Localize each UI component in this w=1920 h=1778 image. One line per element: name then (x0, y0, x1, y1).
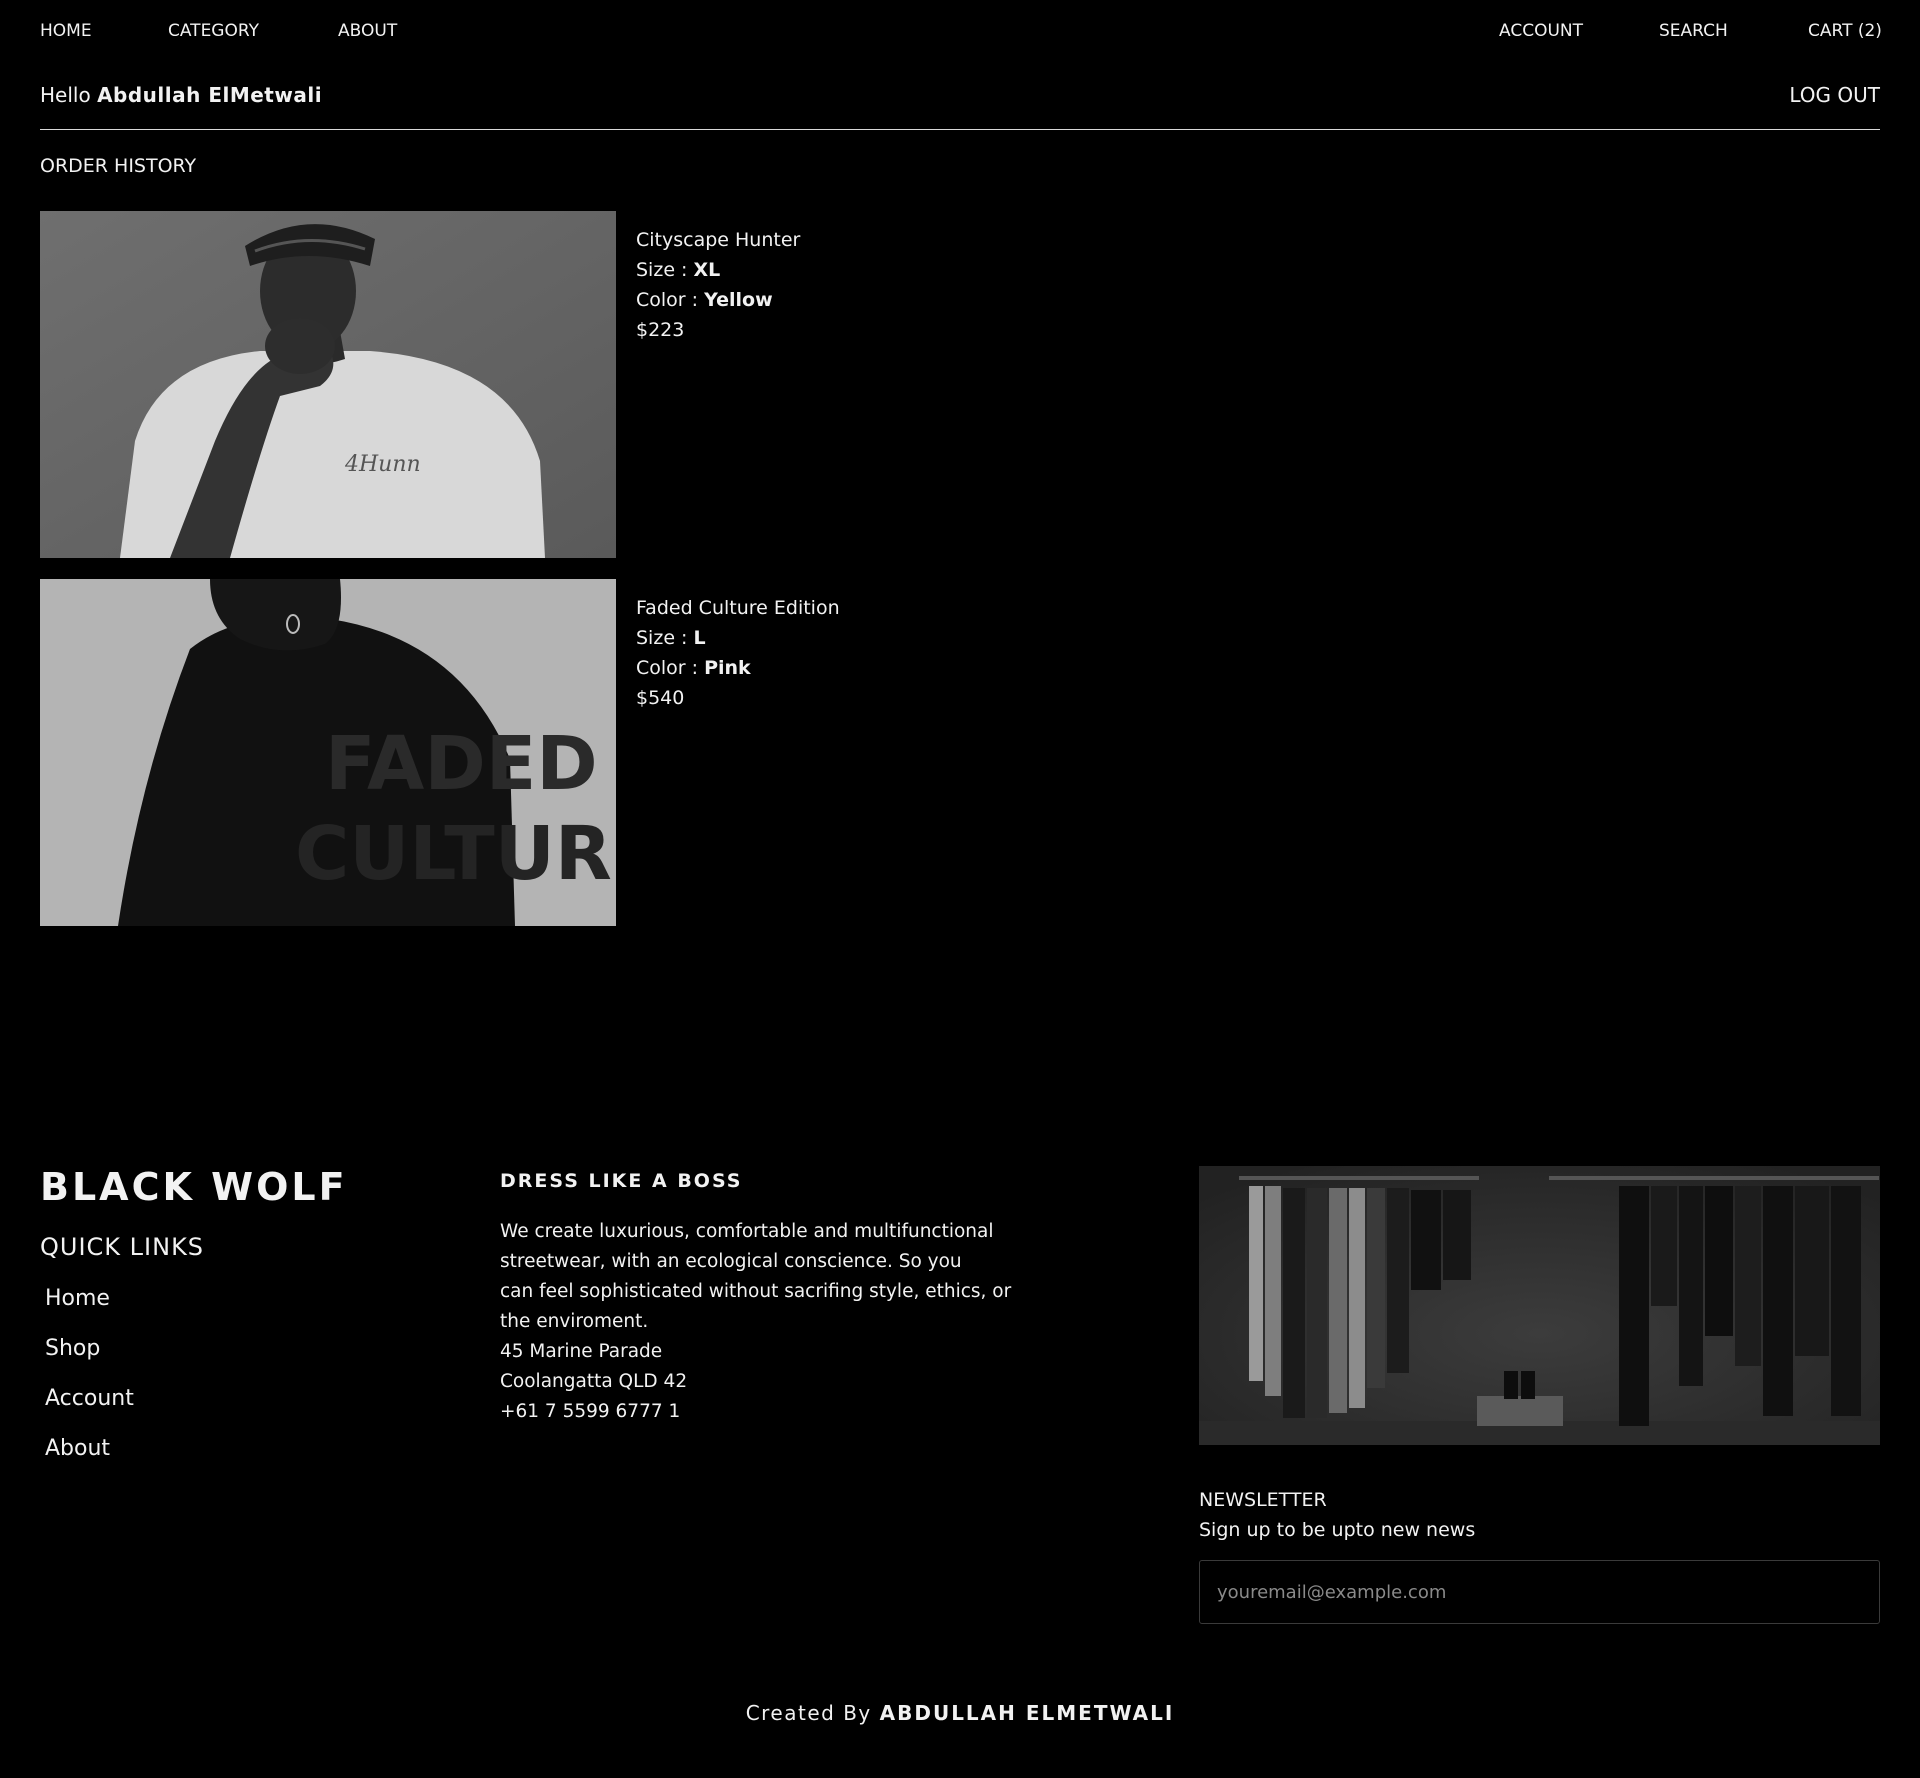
boss-description: We create luxurious, comfortable and mul… (500, 1217, 1030, 1427)
product-price: $223 (636, 319, 685, 341)
size-label: Size : (636, 259, 688, 281)
quick-link-shop[interactable]: Shop (45, 1336, 100, 1361)
product-price: $540 (636, 687, 685, 709)
header-divider (40, 129, 1880, 130)
product-image-faded-culture[interactable]: FADED CULTUR (40, 579, 616, 926)
quick-link-item: Home (45, 1286, 134, 1336)
boss-line: can feel sophisticated without sacrifing… (500, 1281, 1012, 1302)
quick-links-title: QUICK LINKS (40, 1233, 205, 1261)
credit-prefix: Created By (745, 1701, 872, 1725)
newsletter-title: NEWSLETTER (1199, 1489, 1327, 1511)
greeting-prefix: Hello (40, 83, 91, 107)
svg-text:FADED: FADED (325, 721, 598, 807)
phone-line: +61 7 5599 6777 1 (500, 1401, 681, 1422)
order-item: 4Hunn Cityscape Hunter Size : XL Color :… (40, 211, 1880, 558)
address-line: 45 Marine Parade (500, 1341, 663, 1362)
order-history-title: ORDER HISTORY (40, 155, 197, 177)
boss-title: DRESS LIKE A BOSS (500, 1170, 743, 1192)
product-color: Color : Pink (636, 653, 840, 683)
nav-category-link[interactable]: CATEGORY (168, 21, 259, 41)
user-name: Abdullah ElMetwali (97, 83, 323, 107)
nav-cart-link[interactable]: CART (2) (1808, 21, 1882, 41)
nav-account-link[interactable]: ACCOUNT (1499, 21, 1583, 41)
color-label: Color : (636, 289, 699, 311)
boss-line: the enviroment. (500, 1311, 649, 1332)
quick-link-about[interactable]: About (45, 1436, 110, 1461)
footer-clothing-rack-image (1199, 1166, 1880, 1445)
product-name: Faded Culture Edition (636, 597, 840, 619)
nav-about-link[interactable]: ABOUT (338, 21, 397, 41)
logout-link[interactable]: LOG OUT (1789, 83, 1880, 107)
product-size: Size : XL (636, 255, 800, 285)
quick-link-home[interactable]: Home (45, 1286, 110, 1311)
order-item: FADED CULTUR Faded Culture Edition Size … (40, 579, 1880, 926)
nav-search-link[interactable]: SEARCH (1659, 21, 1728, 41)
size-value: L (693, 627, 706, 649)
quick-link-item: About (45, 1436, 134, 1486)
newsletter-email-input[interactable] (1199, 1560, 1880, 1624)
greeting: Hello Abdullah ElMetwali (40, 83, 322, 107)
size-value: XL (693, 259, 721, 281)
address-line: Coolangatta QLD 42 (500, 1371, 688, 1392)
product-image-cityscape-hunter[interactable]: 4Hunn (40, 211, 616, 558)
order-info: Cityscape Hunter Size : XL Color : Yello… (636, 225, 800, 345)
color-value: Pink (704, 657, 751, 679)
size-label: Size : (636, 627, 688, 649)
product-name: Cityscape Hunter (636, 229, 801, 251)
svg-text:CULTUR: CULTUR (295, 811, 612, 897)
product-color: Color : Yellow (636, 285, 800, 315)
quick-link-item: Shop (45, 1336, 134, 1386)
top-nav: HOME CATEGORY ABOUT ACCOUNT SEARCH CART … (40, 21, 1882, 43)
quick-link-item: Account (45, 1386, 134, 1436)
color-label: Color : (636, 657, 699, 679)
order-info: Faded Culture Edition Size : L Color : P… (636, 593, 840, 713)
footer-credit: Created By ABDULLAH ELMETWALI (0, 1701, 1920, 1725)
boss-line: streetwear, with an ecological conscienc… (500, 1251, 962, 1272)
product-size: Size : L (636, 623, 840, 653)
color-value: Yellow (704, 289, 773, 311)
credit-author: ABDULLAH ELMETWALI (879, 1701, 1175, 1725)
footer-brand-logo: BLACK WOLF (40, 1165, 348, 1209)
boss-line: We create luxurious, comfortable and mul… (500, 1221, 994, 1242)
nav-home-link[interactable]: HOME (40, 21, 92, 41)
newsletter-subtitle: Sign up to be upto new news (1199, 1519, 1476, 1541)
svg-text:4Hunn: 4Hunn (344, 452, 421, 477)
quick-links-list: Home Shop Account About (45, 1286, 134, 1486)
quick-link-account[interactable]: Account (45, 1386, 134, 1411)
